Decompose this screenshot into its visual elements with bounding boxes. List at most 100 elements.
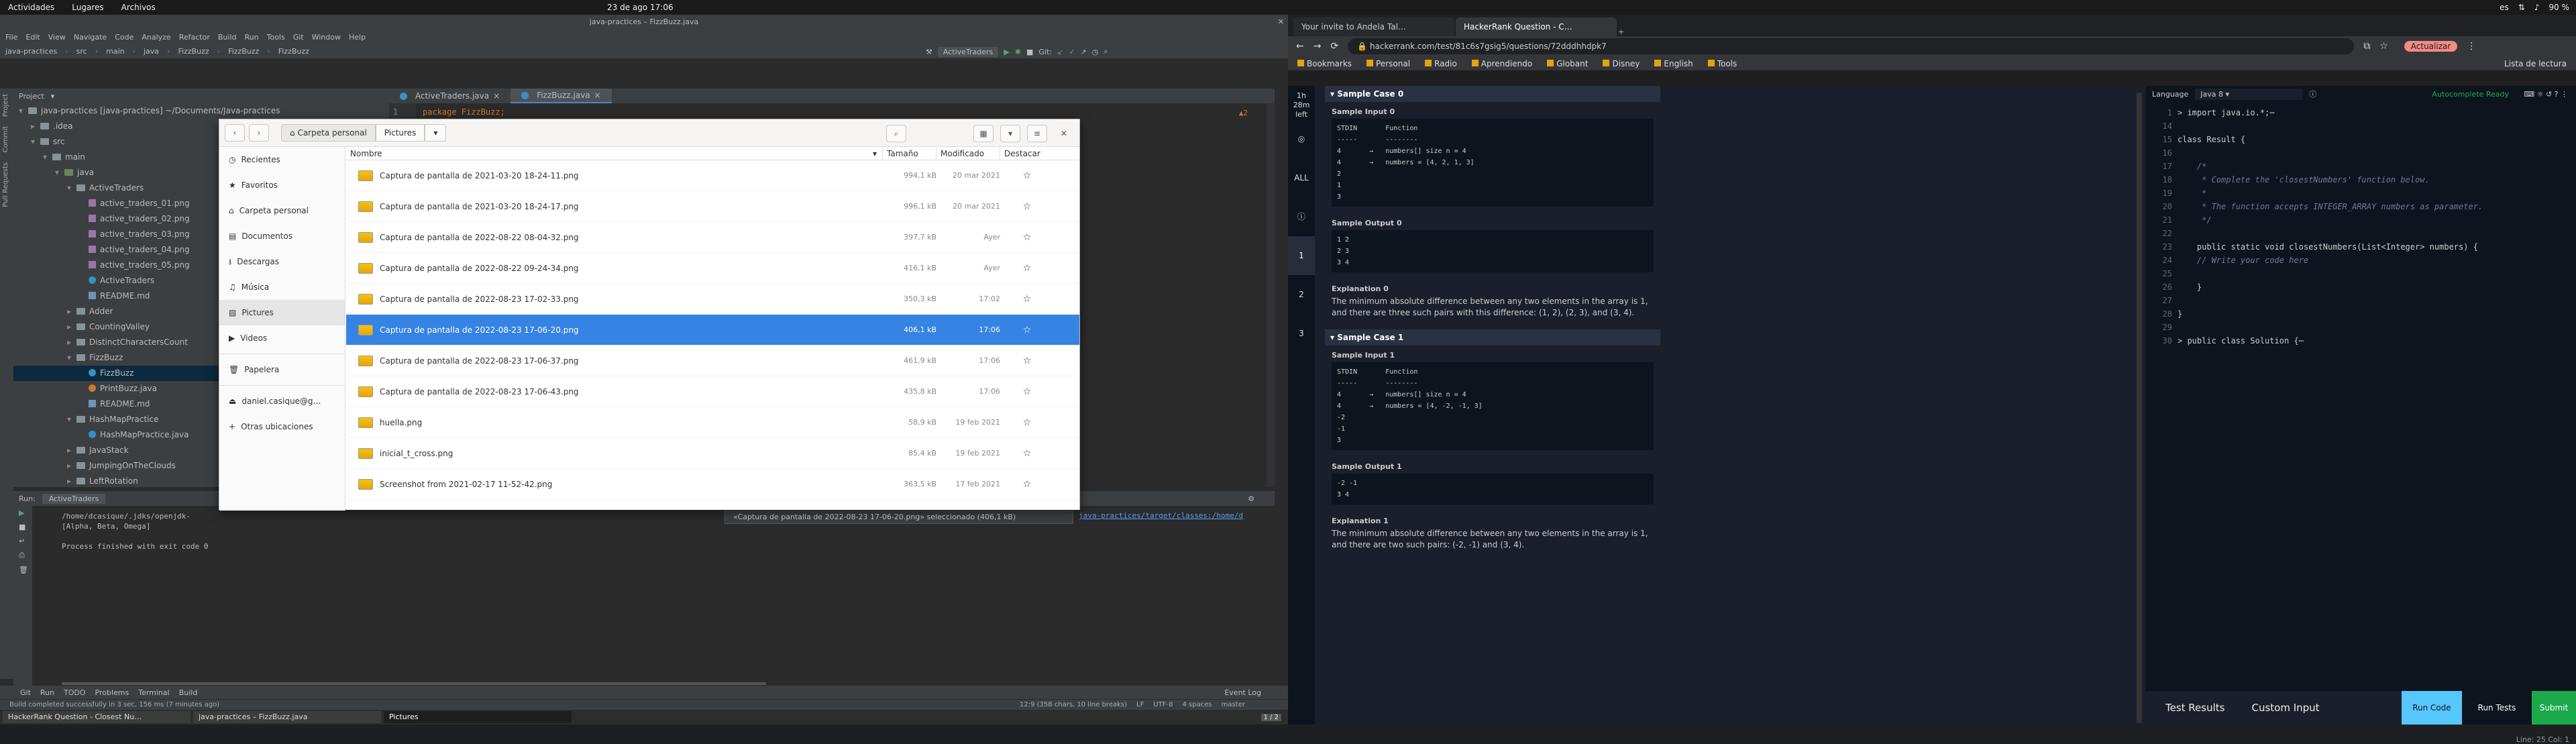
network-icon[interactable]: ⇅	[2518, 3, 2525, 12]
sidebar-item[interactable]: ◷ Recientes	[219, 147, 345, 172]
menu-item-analyze[interactable]: Analyze	[142, 33, 170, 42]
settings-icons[interactable]: ⌨ ☼ ↺ ? ⋮	[2524, 90, 2568, 99]
sidebar-item[interactable]: ⌂ Carpeta personal	[219, 198, 345, 223]
close-icon[interactable]: ×	[493, 89, 500, 103]
bottom-tab-run[interactable]: Run	[40, 688, 54, 697]
run-config-select[interactable]: ActiveTraders	[937, 46, 999, 57]
browser-tab[interactable]: HackerRank Question - C…	[1456, 17, 1617, 36]
code-line[interactable]: 20 * The function accepts INTEGER_ARRAY …	[2145, 200, 2576, 213]
status-item[interactable]: 4 spaces	[1182, 701, 1212, 708]
star-icon[interactable]: ☆	[2379, 41, 2388, 52]
file-row[interactable]: Captura de pantalla de 2021-03-20 18-24-…	[346, 160, 1079, 191]
taskbar-item[interactable]: Pictures	[384, 711, 572, 723]
history-icon[interactable]: ◷	[1092, 48, 1099, 56]
star-icon[interactable]: ☆	[1000, 201, 1054, 212]
tree-arrow-icon[interactable]: ▾	[67, 180, 76, 196]
chevron-down-icon[interactable]: ▾	[425, 124, 447, 142]
code-line[interactable]: package FizzBuzz;	[423, 107, 505, 117]
bottom-tab-problems[interactable]: Problems	[95, 688, 129, 697]
status-item[interactable]: UTF-8	[1153, 701, 1173, 708]
code-line[interactable]: 23 public static void closestNumbers(Lis…	[2145, 240, 2576, 254]
tree-arrow-icon[interactable]: ▾	[19, 103, 28, 119]
back-button[interactable]: ‹	[225, 124, 245, 142]
sidebar-item[interactable]: ▶ Videos	[219, 325, 345, 351]
code-line[interactable]: 25	[2145, 267, 2576, 280]
code-line[interactable]: 27	[2145, 294, 2576, 307]
code-line[interactable]: 22	[2145, 227, 2576, 240]
view-grid-button[interactable]: ▦	[973, 125, 994, 142]
print-icon[interactable]: ⎙	[13, 548, 32, 563]
info-icon[interactable]: ⓘ	[2309, 89, 2316, 99]
bookmark-item[interactable]: Globant	[1547, 59, 1588, 68]
debug-icon[interactable]: ✱	[1015, 48, 1021, 56]
tree-arrow-icon[interactable]: ▾	[31, 134, 40, 150]
code-line[interactable]: 1 > import java.io.*;⋯	[2145, 106, 2576, 119]
bottom-tab-build[interactable]: Build	[179, 688, 198, 697]
editor-scrollbar[interactable]	[1267, 103, 1275, 487]
update-button[interactable]: Actualizar	[2404, 41, 2458, 52]
run-icon[interactable]: ▶	[1004, 48, 1009, 56]
bottom-tab-terminal[interactable]: Terminal	[138, 688, 170, 697]
chevron-down-icon[interactable]: ▾	[51, 92, 55, 101]
volume-icon[interactable]: ♪	[2534, 3, 2540, 12]
test-results-tab[interactable]: Test Results	[2165, 702, 2224, 714]
breadcrumb-item[interactable]: java	[144, 47, 159, 56]
git-commit-icon[interactable]: ✓	[1069, 48, 1075, 56]
file-row[interactable]: Captura de pantalla de 2022-08-23 17-06-…	[346, 346, 1079, 376]
rerun-icon[interactable]: ▶	[13, 506, 32, 520]
code-line[interactable]: 24 // Write your code here	[2145, 254, 2576, 267]
git-update-icon[interactable]: ↙	[1057, 48, 1063, 56]
menu-item-edit[interactable]: Edit	[25, 33, 40, 42]
star-icon[interactable]: ☆	[1000, 386, 1054, 397]
project-tool-tab[interactable]: Project	[2, 94, 9, 117]
column-modified[interactable]: Modificado	[936, 147, 1000, 160]
bookmark-item[interactable]: Aprendiendo	[1471, 59, 1532, 68]
code-line[interactable]: 15 class Result {	[2145, 133, 2576, 146]
tree-arrow-icon[interactable]: ▸	[31, 119, 40, 134]
project-title[interactable]: Project	[19, 92, 44, 101]
code-line[interactable]: 30 > public class Solution {⋯	[2145, 334, 2576, 348]
menu-item-build[interactable]: Build	[218, 33, 237, 42]
run-hscrollbar[interactable]	[62, 682, 766, 685]
code-line[interactable]: 21 */	[2145, 213, 2576, 227]
close-icon[interactable]: ✕	[1278, 15, 1284, 30]
sidebar-item[interactable]: + Otras ubicaciones	[219, 414, 345, 439]
places-menu[interactable]: Lugares	[72, 3, 103, 12]
tree-arrow-icon[interactable]: ▾	[43, 150, 52, 165]
bookmark-item[interactable]: Bookmarks	[1297, 59, 1352, 68]
event-log-button[interactable]: Event Log	[1224, 688, 1261, 697]
file-row[interactable]: Captura de pantalla de 2022-08-23 17-02-…	[346, 284, 1079, 315]
view-options-button[interactable]: ▾	[1000, 125, 1020, 142]
tab-activetraders[interactable]: ActiveTraders.java ×	[389, 89, 511, 103]
menu-item-window[interactable]: Window	[312, 33, 341, 42]
file-row[interactable]: Captura de pantalla de 2022-08-23 17-06-…	[346, 376, 1079, 407]
tree-arrow-icon[interactable]: ▸	[67, 474, 76, 487]
code-line[interactable]: 26 }	[2145, 280, 2576, 294]
code-area[interactable]: 1 > import java.io.*;⋯ 14 15 class Result {1…	[2145, 106, 2576, 535]
stop-icon[interactable]: ■	[1026, 48, 1033, 56]
run-tab[interactable]: ActiveTraders	[42, 493, 106, 504]
sidebar-item[interactable]: 🗑 Papelera	[219, 357, 345, 382]
menu-item-view[interactable]: View	[48, 33, 66, 42]
column-star[interactable]: Destacar	[1000, 147, 1054, 160]
tree-arrow-icon[interactable]: ▾	[67, 350, 76, 366]
sidebar-item[interactable]: ⭳ Descargas	[219, 249, 345, 274]
close-button[interactable]: ✕	[1054, 125, 1074, 142]
menu-item-run[interactable]: Run	[245, 33, 259, 42]
sidebar-item[interactable]: ⏏ daniel.casique@g…	[219, 388, 345, 414]
menu-item-git[interactable]: Git	[293, 33, 304, 42]
files-menu[interactable]: Archivos	[121, 3, 156, 12]
sidebar-item[interactable]: ▤ Documentos	[219, 223, 345, 249]
language-indicator[interactable]: es	[2500, 3, 2509, 12]
taskbar-item[interactable]: HackerRank Question - Closest Nu…	[3, 711, 191, 723]
tree-arrow-icon[interactable]: ▾	[67, 412, 76, 427]
bookmark-item[interactable]: Disney	[1603, 59, 1640, 68]
warning-count[interactable]: ▲2	[1239, 109, 1248, 117]
build-status[interactable]: Build completed successfully in 3 sec, 1…	[9, 701, 219, 708]
reading-list[interactable]: Lista de lectura	[2504, 59, 2567, 68]
star-icon[interactable]: ☆	[1000, 263, 1054, 274]
sidebar-item[interactable]: ♫ Música	[219, 274, 345, 300]
bookmark-item[interactable]: Radio	[1425, 59, 1457, 68]
star-icon[interactable]: ☆	[1000, 294, 1054, 305]
tree-arrow-icon[interactable]: ▸	[67, 319, 76, 335]
